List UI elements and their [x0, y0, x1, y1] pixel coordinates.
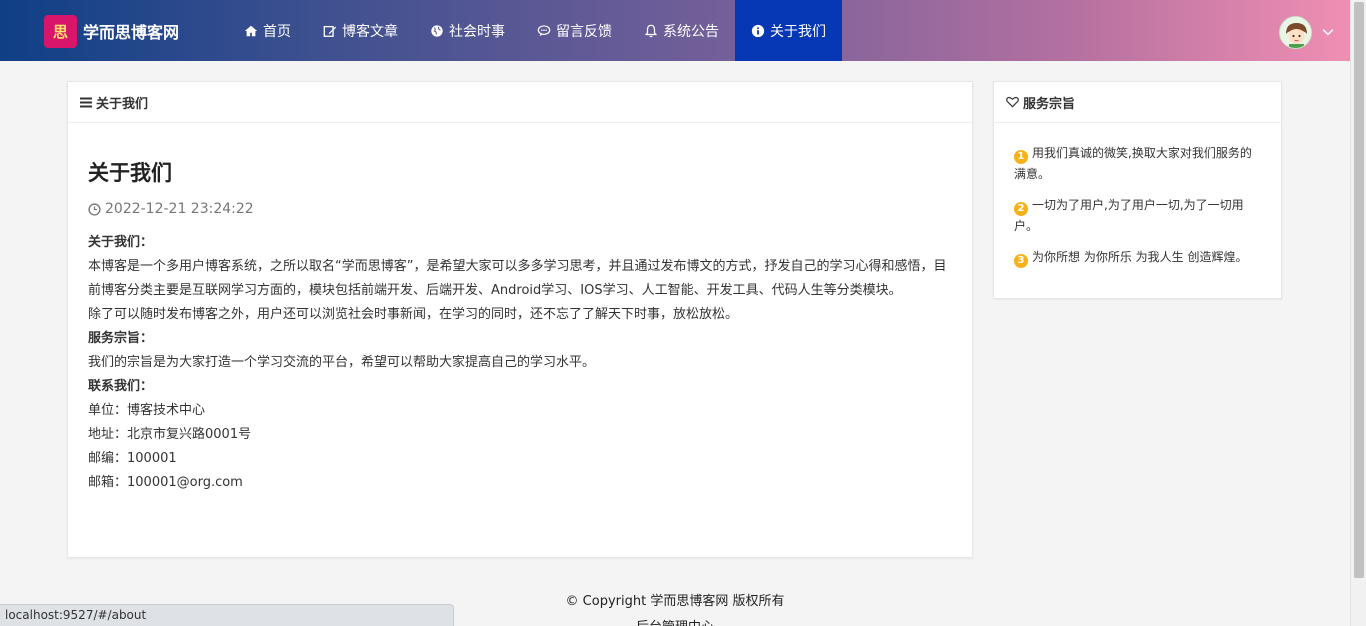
- card-title: 服务宗旨: [1023, 96, 1076, 112]
- publish-time: 2022-12-21 23:24:22: [88, 201, 952, 217]
- section-heading: 服务宗旨：: [88, 331, 154, 346]
- card-title: 关于我们: [96, 96, 149, 112]
- number-badge: 1: [1014, 150, 1028, 164]
- clock-icon: [88, 202, 101, 216]
- service-card-header: 服务宗旨: [994, 82, 1281, 123]
- number-badge: 2: [1014, 202, 1028, 216]
- brand-name: 学而思博客网: [83, 23, 180, 42]
- contact-line: 邮箱：100001@org.com: [88, 475, 243, 490]
- heart-icon: [1006, 96, 1019, 108]
- nav-label: 留言反馈: [556, 23, 612, 40]
- avatar-image: [1280, 16, 1311, 48]
- home-icon: [244, 25, 258, 36]
- nav-item-feedback[interactable]: 留言反馈: [521, 0, 628, 61]
- service-card: 服务宗旨 1 用我们真诚的微笑,换取大家对我们服务的满意。 2 一切为了用户,为了用…: [993, 81, 1282, 299]
- nav-item-news[interactable]: 社会时事: [414, 0, 521, 61]
- section-heading: 联系我们：: [88, 379, 154, 394]
- edit-icon: [323, 25, 337, 37]
- list-item: 1 用我们真诚的微笑,换取大家对我们服务的满意。: [1014, 143, 1261, 184]
- status-bar-url: localhost:9527/#/about: [0, 604, 454, 626]
- chevron-down-icon[interactable]: [1322, 28, 1334, 36]
- top-navbar: 思 学而思博客网 首页 博客文章 社会时事 留言反馈 系统公告 关于我们: [0, 0, 1350, 61]
- service-list: 1 用我们真诚的微笑,换取大家对我们服务的满意。 2 一切为了用户,为了用户一切,为…: [994, 123, 1281, 268]
- paragraph: 本博客是一个多用户博客系统，之所以取名“学而思博客”，是希望大家可以多多学习思考…: [88, 259, 947, 298]
- paragraph: 除了可以随时发布博客之外，用户还可以浏览社会时事新闻，在学习的同时，还不忘了了解…: [88, 307, 739, 322]
- contact-line: 地址：北京市复兴路0001号: [88, 427, 252, 442]
- number-badge: 3: [1014, 254, 1028, 268]
- nav-label: 系统公告: [663, 23, 719, 40]
- list-item-text: 用我们真诚的微笑,换取大家对我们服务的满意。: [1014, 146, 1252, 181]
- brand-logo: 思: [44, 14, 77, 48]
- contact-line: 单位：博客技术中心: [88, 403, 206, 418]
- nav-item-notice[interactable]: 系统公告: [628, 0, 735, 61]
- nav-label: 关于我们: [770, 23, 826, 40]
- comment-icon: [537, 24, 551, 36]
- page-title: 关于我们: [88, 161, 172, 185]
- article-body: 关于我们： 本博客是一个多用户博客系统，之所以取名“学而思博客”，是希望大家可以…: [88, 231, 952, 495]
- nav-item-about[interactable]: 关于我们: [735, 0, 842, 61]
- bell-icon: [644, 24, 658, 37]
- about-card: 关于我们 关于我们 2022-12-21 23:24:22 关于我们： 本博客是…: [67, 81, 973, 558]
- contact-line: 邮编：100001: [88, 451, 177, 466]
- scrollbar-thumb[interactable]: [1354, 2, 1364, 578]
- list-icon: [80, 97, 92, 107]
- about-card-header: 关于我们: [68, 82, 972, 123]
- list-item: 2 一切为了用户,为了用户一切,为了一切用户。: [1014, 195, 1261, 236]
- brand-logo-text: 思: [52, 22, 68, 41]
- nav-item-blog[interactable]: 博客文章: [307, 0, 414, 61]
- nav-item-home[interactable]: 首页: [228, 0, 307, 61]
- publish-time-text: 2022-12-21 23:24:22: [105, 201, 254, 217]
- nav-menu: 首页 博客文章 社会时事 留言反馈 系统公告 关于我们: [228, 0, 842, 61]
- section-heading: 关于我们：: [88, 235, 154, 250]
- list-item-text: 一切为了用户,为了用户一切,为了一切用户。: [1014, 198, 1244, 233]
- info-icon: [751, 24, 765, 37]
- nav-label: 博客文章: [342, 23, 398, 40]
- user-menu[interactable]: [1279, 15, 1334, 49]
- scrollbar[interactable]: [1350, 0, 1366, 626]
- avatar[interactable]: [1279, 15, 1312, 49]
- globe-icon: [431, 24, 443, 37]
- nav-label: 社会时事: [449, 23, 505, 40]
- about-article: 关于我们 2022-12-21 23:24:22 关于我们： 本博客是一个多用户…: [68, 123, 972, 495]
- brand[interactable]: 思 学而思博客网: [44, 14, 179, 48]
- list-item: 3 为你所想 为你所乐 为我人生 创造辉煌。: [1014, 247, 1261, 268]
- nav-label: 首页: [263, 23, 291, 40]
- paragraph: 我们的宗旨是为大家打造一个学习交流的平台，希望可以帮助大家提高自己的学习水平。: [88, 355, 596, 370]
- list-item-text: 为你所想 为你所乐 为我人生 创造辉煌。: [1032, 250, 1248, 264]
